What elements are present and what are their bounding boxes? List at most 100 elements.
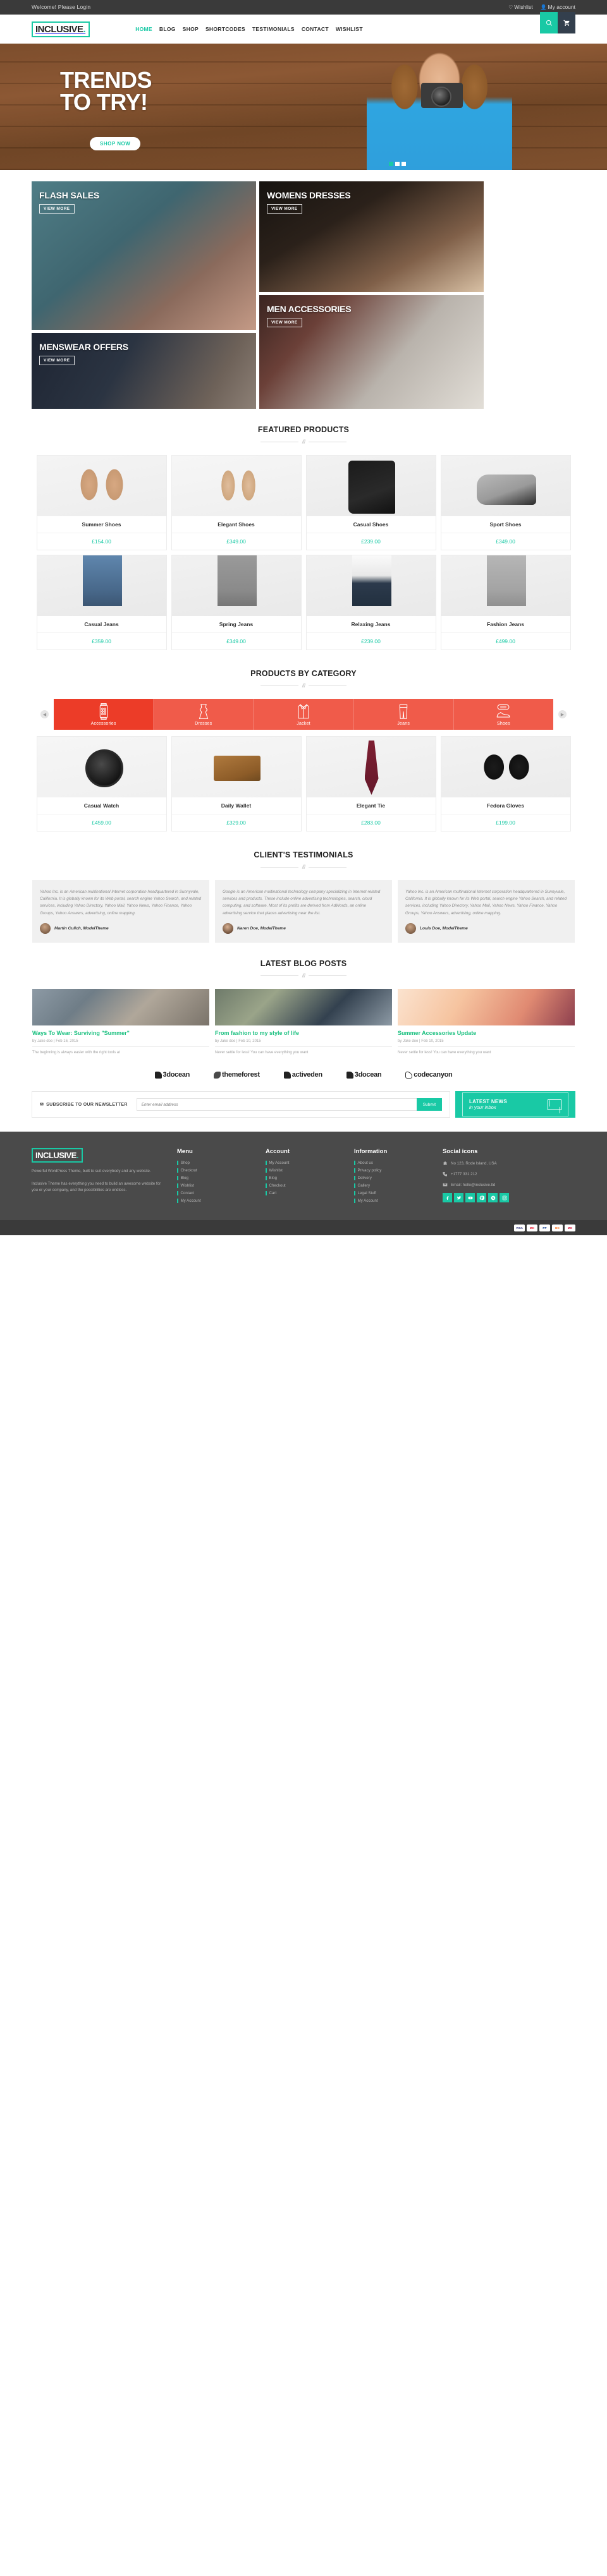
shop-now-button[interactable]: SHOP NOW	[90, 137, 141, 150]
testimonial-quote: Google is an American multinational tech…	[223, 890, 381, 916]
footer-info-legal-stuff[interactable]: Legal Stuff	[354, 1191, 430, 1195]
product-price: £349.00	[496, 538, 515, 545]
product-card[interactable]: Summer Shoes £154.00	[36, 455, 167, 550]
hero-dot-2[interactable]	[395, 162, 400, 166]
tab-accessories[interactable]: Accessories	[54, 699, 154, 730]
hero-dot-1[interactable]	[389, 162, 393, 166]
section-divider: ///	[0, 438, 607, 445]
product-card[interactable]: Elegant Tie £283.00	[305, 736, 436, 831]
product-card[interactable]: Fedora Gloves £199.00	[440, 736, 571, 831]
cart-button[interactable]	[558, 12, 575, 33]
footer-account-my-account[interactable]: My Account	[266, 1161, 341, 1165]
product-card[interactable]: Casual Jeans £359.00	[36, 555, 167, 650]
brand-logo-3docean[interactable]: 3docean	[154, 1071, 190, 1079]
tab-dresses[interactable]: Dresses	[154, 699, 254, 730]
product-card[interactable]: Elegant Shoes £349.00	[171, 455, 302, 550]
skype-button[interactable]	[488, 1193, 498, 1203]
my-account-link[interactable]: 👤 My account	[541, 4, 575, 10]
pinterest-button[interactable]	[477, 1193, 486, 1203]
category-next-arrow[interactable]: ▶	[558, 710, 567, 718]
link-label: Shop	[180, 1161, 190, 1166]
main-navigation: HOME BLOG SHOP SHORTCODES TESTIMONIALS C…	[135, 26, 363, 32]
tab-jacket[interactable]: Jacket	[254, 699, 354, 730]
section-title: FEATURED PRODUCTS	[257, 425, 350, 434]
newsletter-label: ✉ SUBSCRIBE TO OUR NEWSLETTER	[40, 1102, 128, 1108]
envelope-icon: ✉	[40, 1103, 44, 1108]
product-image	[441, 737, 570, 797]
facebook-button[interactable]	[443, 1193, 452, 1203]
hero-slider-dots[interactable]	[389, 162, 406, 166]
footer-info-gallery[interactable]: Gallery	[354, 1183, 430, 1188]
category-prev-arrow[interactable]: ◀	[40, 710, 49, 718]
pinterest-icon	[479, 1195, 484, 1200]
testimonial-author: Naren Doe, ModelTheme	[237, 926, 286, 931]
nav-blog[interactable]: BLOG	[159, 26, 176, 32]
blog-card[interactable]: Summer Accessories Update by Jake doe | …	[398, 988, 575, 1055]
nav-wishlist[interactable]: WISHLIST	[336, 26, 363, 32]
blog-card[interactable]: From fashion to my style of life by Jake…	[215, 988, 392, 1055]
product-card[interactable]: Casual Shoes £239.00	[305, 455, 436, 550]
footer-logo[interactable]: INCLUSIVE.	[32, 1148, 83, 1163]
footer-account-wishlist[interactable]: Wishlist	[266, 1168, 341, 1173]
footer-link-wishlist[interactable]: Wishlist	[177, 1183, 253, 1188]
footer-logo-dot: .	[76, 1151, 79, 1161]
instagram-button[interactable]	[500, 1193, 509, 1203]
footer-link-my-account[interactable]: My Account	[177, 1199, 253, 1203]
wishlist-link[interactable]: ♡ Wishlist	[508, 4, 532, 10]
blog-title[interactable]: Summer Accessories Update	[398, 1030, 575, 1037]
view-more-button[interactable]: VIEW MORE	[39, 204, 75, 214]
footer-info-delivery[interactable]: Delivery	[354, 1176, 430, 1180]
footer-info-privacy-policy[interactable]: Privacy policy	[354, 1168, 430, 1173]
testimonial-quote: Yahoo Inc. is an American multinational …	[405, 890, 567, 916]
newsletter-submit-button[interactable]: Submit	[416, 1098, 442, 1111]
category-tile-flash-sales[interactable]: FLASH SALES VIEW MORE	[32, 181, 256, 330]
brand-logo-3docean-2[interactable]: 3docean	[346, 1071, 382, 1079]
brand-logo-themeforest[interactable]: themeforest	[214, 1071, 260, 1079]
view-more-button[interactable]: VIEW MORE	[39, 356, 75, 365]
nav-shop[interactable]: SHOP	[183, 26, 199, 32]
nav-testimonials[interactable]: TESTIMONIALS	[252, 26, 295, 32]
footer-info-about-us[interactable]: About us	[354, 1161, 430, 1165]
skype-icon	[491, 1195, 495, 1200]
search-button[interactable]	[540, 12, 558, 33]
youtube-button[interactable]	[465, 1193, 475, 1203]
newsletter-email-input[interactable]	[136, 1098, 417, 1111]
product-card[interactable]: Casual Watch £459.00	[36, 736, 167, 831]
blog-card[interactable]: Ways To Wear: Surviving "Summer" by Jake…	[32, 988, 209, 1055]
product-card[interactable]: Fashion Jeans £499.00	[440, 555, 571, 650]
product-card[interactable]: Spring Jeans £349.00	[171, 555, 302, 650]
brand-name: 3docean	[162, 1071, 190, 1079]
hero-dot-3[interactable]	[402, 162, 406, 166]
footer-link-blog[interactable]: Blog	[177, 1176, 253, 1180]
footer-link-checkout[interactable]: Checkout	[177, 1168, 253, 1173]
site-logo[interactable]: INCLUSIVE.	[32, 21, 90, 37]
products-by-category-section: PRODUCTS BY CATEGORY /// ◀ Accessories D…	[0, 653, 607, 834]
product-card[interactable]: Daily Wallet £329.00	[171, 736, 302, 831]
tab-shoes[interactable]: Shoes	[453, 699, 554, 730]
blog-title[interactable]: From fashion to my style of life	[215, 1030, 392, 1037]
product-card[interactable]: Relaxing Jeans £239.00	[305, 555, 436, 650]
nav-shortcodes[interactable]: SHORTCODES	[205, 26, 245, 32]
twitter-button[interactable]	[454, 1193, 463, 1203]
footer-phone: +1777 331 212	[443, 1171, 569, 1176]
brand-logo-activeden[interactable]: activeden	[283, 1071, 322, 1079]
featured-products-section: FEATURED PRODUCTS /// Summer Shoes £154.…	[0, 409, 607, 653]
footer-account-checkout[interactable]: Checkout	[266, 1183, 341, 1188]
nav-contact[interactable]: CONTACT	[302, 26, 329, 32]
footer-account-cart[interactable]: Cart	[266, 1191, 341, 1195]
view-more-button[interactable]: VIEW MORE	[267, 318, 302, 327]
footer-info-my-account[interactable]: My Account	[354, 1199, 430, 1203]
tab-jeans[interactable]: Jeans	[353, 699, 454, 730]
nav-home[interactable]: HOME	[135, 26, 152, 32]
blog-title[interactable]: Ways To Wear: Surviving "Summer"	[32, 1030, 209, 1037]
footer-link-shop[interactable]: Shop	[177, 1161, 253, 1165]
link-label: Checkout	[180, 1168, 197, 1173]
brand-logo-codecanyon[interactable]: codecanyon	[405, 1071, 453, 1079]
product-card[interactable]: Sport Shoes £349.00	[440, 455, 571, 550]
category-tile-womens-dresses[interactable]: WOMENS DRESSES VIEW MORE	[259, 181, 484, 292]
view-more-button[interactable]: VIEW MORE	[267, 204, 302, 214]
category-tile-men-accessories[interactable]: MEN ACCESSORIES VIEW MORE	[259, 295, 484, 409]
footer-account-blog[interactable]: Blog	[266, 1176, 341, 1180]
footer-link-contact[interactable]: Contact	[177, 1191, 253, 1195]
category-tile-menswear-offers[interactable]: MENSWEAR OFFERS VIEW MORE	[32, 333, 256, 409]
